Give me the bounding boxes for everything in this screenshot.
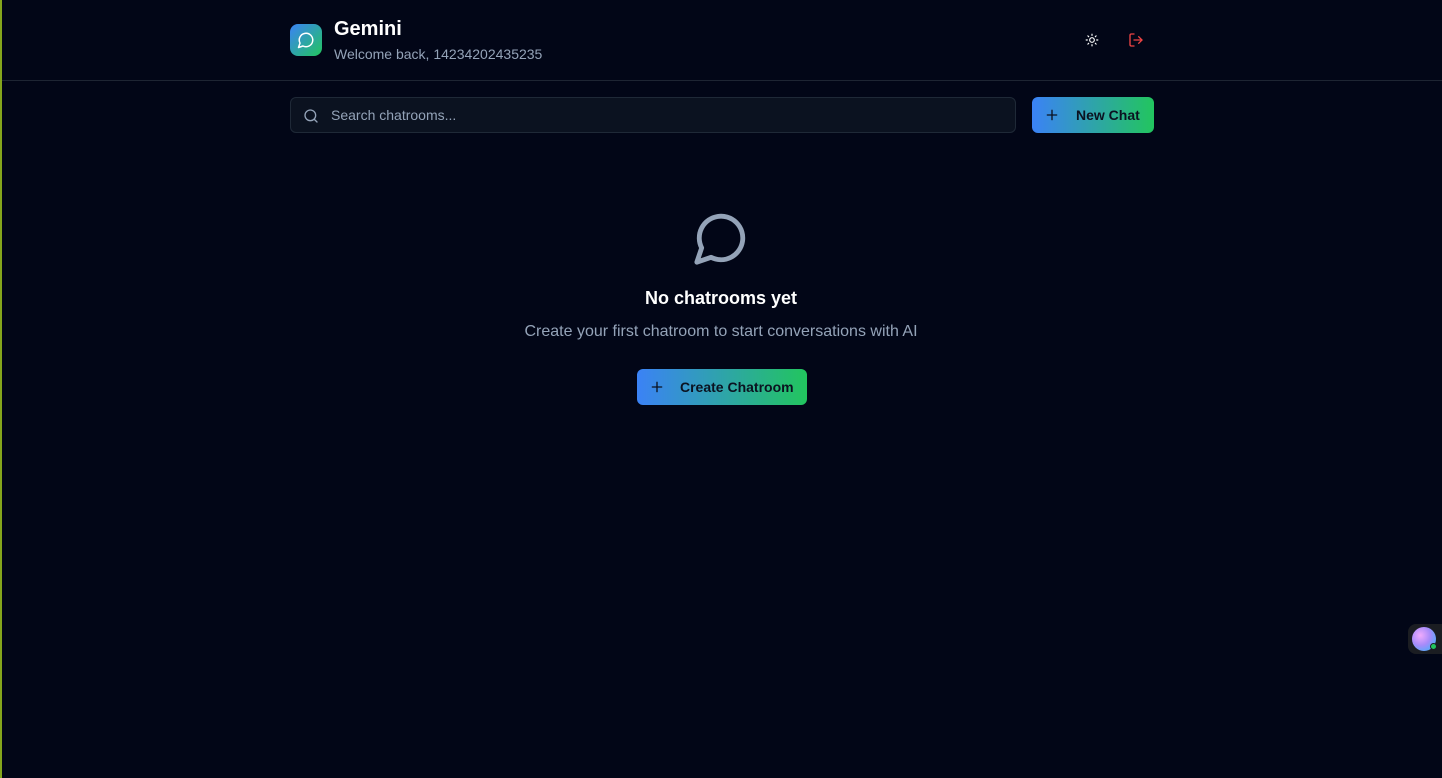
- message-circle-icon: [297, 32, 314, 49]
- app-title: Gemini: [334, 18, 402, 40]
- plus-icon: [1046, 109, 1058, 121]
- empty-state-title: No chatrooms yet: [644, 288, 798, 308]
- logout-button[interactable]: [1124, 28, 1148, 52]
- window-edge: [0, 0, 2, 778]
- assistant-avatar-button[interactable]: [1408, 624, 1442, 654]
- search-box: [290, 97, 1016, 133]
- message-circle-icon: [694, 213, 746, 265]
- create-chatroom-label: Create Chatroom: [680, 379, 794, 395]
- welcome-message: Welcome back, 14234202435235: [334, 46, 543, 62]
- search-icon: [304, 109, 318, 123]
- search-input[interactable]: [331, 98, 1001, 132]
- app-logo: [290, 24, 322, 56]
- empty-state-description: Create your first chatroom to start conv…: [524, 323, 918, 340]
- online-status-dot: [1430, 643, 1437, 650]
- sun-icon: [1085, 33, 1099, 47]
- plus-icon: [651, 381, 663, 393]
- create-chatroom-button[interactable]: Create Chatroom: [637, 369, 807, 405]
- new-chat-button[interactable]: New Chat: [1032, 97, 1154, 133]
- new-chat-label: New Chat: [1076, 107, 1140, 123]
- theme-toggle-button[interactable]: [1080, 28, 1104, 52]
- app-header: Gemini Welcome back, 14234202435235: [2, 0, 1442, 81]
- logout-icon: [1129, 33, 1143, 47]
